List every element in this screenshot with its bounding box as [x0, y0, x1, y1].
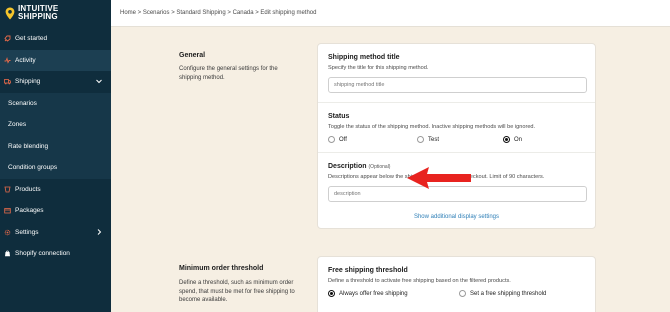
status-radio-test[interactable]: Test [417, 136, 503, 143]
general-card: Shipping method title Specify the title … [317, 43, 596, 229]
sidebar-item-label: Get started [15, 35, 48, 43]
sidebar-item-label: Condition groups [8, 164, 58, 172]
shopify-icon [4, 250, 11, 257]
sidebar-item-label: Shopify connection [15, 250, 70, 258]
section-title: Minimum order threshold [179, 265, 264, 272]
sidebar-item-label: Activity [15, 56, 36, 64]
minimum-order-section-info: Minimum order threshold Define a thresho… [179, 265, 299, 305]
field-title: Status [328, 113, 350, 120]
status-section: Status Toggle the status of the shipping… [318, 103, 595, 153]
breadcrumb[interactable]: Home > Scenarios > Standard Shipping > C… [120, 10, 316, 16]
shipping-method-title-input[interactable] [328, 77, 587, 93]
sidebar-item-condition-groups[interactable]: Condition groups [0, 157, 111, 179]
section-description: Define a threshold, such as minimum orde… [179, 280, 295, 303]
section-title: General [179, 52, 206, 59]
location-pin-icon [5, 7, 15, 19]
free-shipping-threshold-section: Free shipping threshold Define a thresho… [318, 257, 595, 306]
chevron-down-icon [96, 79, 102, 84]
free-shipping-radio-group: Always offer free shipping Set a free sh… [328, 290, 585, 297]
radio-label: Test [428, 136, 440, 143]
field-description: Define a threshold to activate free ship… [328, 278, 511, 284]
sidebar-item-get-started[interactable]: Get started [0, 28, 111, 50]
package-icon [4, 207, 11, 214]
status-radio-on[interactable]: On [503, 136, 522, 143]
logo[interactable]: INTUITIVE SHIPPING [0, 0, 111, 26]
sidebar-item-label: Scenarios [8, 99, 37, 107]
radio-label: Off [339, 136, 347, 143]
chevron-right-icon [97, 228, 102, 235]
sidebar-item-shopify-connection[interactable]: Shopify connection [0, 243, 111, 265]
field-title-text: Description [328, 163, 367, 170]
sidebar-item-label: Zones [8, 121, 27, 129]
rocket-icon [4, 35, 11, 42]
gear-icon [4, 229, 11, 236]
sidebar-item-label: Products [15, 185, 41, 193]
sidebar-item-settings[interactable]: Settings [0, 222, 111, 244]
optional-label: (Optional) [368, 164, 391, 170]
red-arrow-annotation [407, 167, 471, 189]
sidebar-item-packages[interactable]: Packages [0, 200, 111, 222]
product-icon [4, 186, 11, 193]
general-section-info: General Configure the general settings f… [179, 52, 299, 82]
free-shipping-card: Free shipping threshold Define a thresho… [317, 256, 596, 312]
description-section: Description (Optional) Descriptions appea… [318, 153, 595, 228]
sidebar-item-label: Settings [15, 228, 39, 236]
field-description: Specify the title for this shipping meth… [328, 65, 429, 71]
radio-label: Set a free shipping threshold [470, 290, 547, 297]
sidebar-item-scenarios[interactable]: Scenarios [0, 92, 111, 114]
sidebar-item-label: Rate blending [8, 142, 49, 150]
top-bar: Home > Scenarios > Standard Shipping > C… [111, 0, 670, 27]
show-additional-display-settings-link[interactable]: Show additional display settings [328, 214, 585, 220]
field-title: Shipping method title [328, 54, 400, 61]
radio-button[interactable] [328, 290, 335, 297]
field-title: Free shipping threshold [328, 267, 408, 274]
sidebar: INTUITIVE SHIPPING Get started Activity … [0, 0, 111, 312]
activity-icon [4, 56, 11, 64]
sidebar-item-products[interactable]: Products [0, 179, 111, 201]
sidebar-item-activity[interactable]: Activity [0, 49, 111, 71]
section-description: Configure the general settings for the s… [179, 66, 278, 81]
sidebar-item-label: Shipping [15, 78, 41, 86]
radio-set-free-shipping-threshold[interactable]: Set a free shipping threshold [459, 290, 546, 297]
sidebar-item-rate-blending[interactable]: Rate blending [0, 135, 111, 157]
radio-label: Always offer free shipping [339, 290, 408, 297]
radio-button[interactable] [328, 136, 335, 143]
shipping-method-title-section: Shipping method title Specify the title … [318, 44, 595, 103]
status-radio-off[interactable]: Off [328, 136, 417, 143]
radio-button[interactable] [503, 136, 510, 143]
truck-icon [4, 78, 11, 85]
radio-button[interactable] [459, 290, 466, 297]
sidebar-item-label: Packages [15, 207, 44, 215]
sidebar-nav: Get started Activity Shipping Scenarios … [0, 28, 111, 265]
radio-label: On [514, 136, 523, 143]
sidebar-item-zones[interactable]: Zones [0, 114, 111, 136]
status-radio-group: Off Test On [328, 136, 585, 143]
field-description: Toggle the status of the shipping method… [328, 124, 536, 130]
radio-always-offer-free-shipping[interactable]: Always offer free shipping [328, 290, 459, 297]
radio-button[interactable] [417, 136, 424, 143]
sidebar-item-shipping[interactable]: Shipping [0, 71, 111, 93]
brand-name: INTUITIVE SHIPPING [18, 4, 59, 21]
